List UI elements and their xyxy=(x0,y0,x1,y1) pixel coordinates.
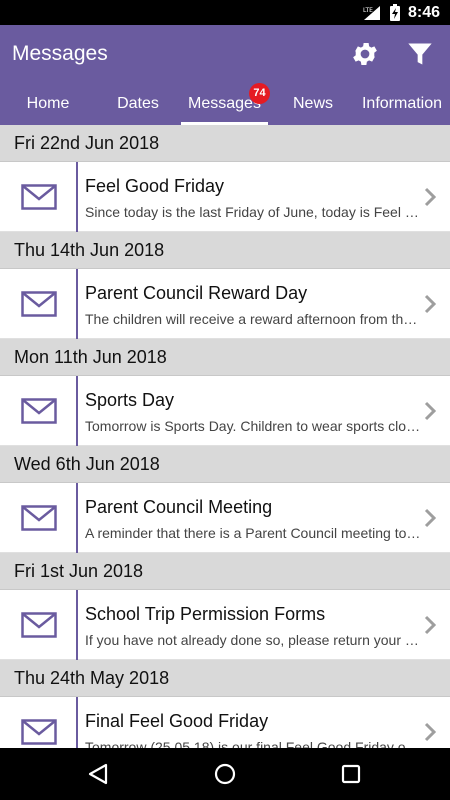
message-icon-box xyxy=(0,376,78,446)
message-row[interactable]: Parent Council Meeting A reminder that t… xyxy=(0,483,450,553)
message-snippet: If you have not already done so, please … xyxy=(85,632,421,648)
tab-information[interactable]: Information xyxy=(354,89,450,125)
message-icon-box xyxy=(0,269,78,339)
message-snippet: Tomorrow (25.05.18) is our final Feel Go… xyxy=(85,739,421,748)
gear-icon[interactable] xyxy=(350,39,380,69)
message-title: Feel Good Friday xyxy=(85,176,225,196)
envelope-icon xyxy=(21,612,57,638)
date-header: Fri 22nd Jun 2018 xyxy=(0,125,450,162)
recents-icon[interactable] xyxy=(336,759,366,789)
message-icon-box xyxy=(0,590,78,660)
chevron-right-icon xyxy=(424,294,436,314)
page-title: Messages xyxy=(12,42,108,65)
chevron-right-icon xyxy=(424,722,436,742)
date-header: Wed 6th Jun 2018 xyxy=(0,446,450,483)
navigation-bar xyxy=(0,748,450,800)
message-snippet: A reminder that there is a Parent Counci… xyxy=(85,525,421,541)
envelope-icon xyxy=(21,505,57,531)
tab-messages[interactable]: Messages 74 xyxy=(181,83,270,125)
tab-label: Information xyxy=(361,95,443,112)
unread-badge: 74 xyxy=(249,83,270,104)
message-icon-box xyxy=(0,697,78,748)
app-bar: Messages Home Dates Messages 74 News Inf… xyxy=(0,25,450,125)
message-snippet: The children will receive a reward after… xyxy=(85,311,421,327)
status-bar: LTE 8:46 xyxy=(0,0,450,25)
home-icon[interactable] xyxy=(210,759,240,789)
clock: 8:46 xyxy=(407,3,440,21)
filter-icon[interactable] xyxy=(406,39,434,69)
tab-bar: Home Dates Messages 74 News Information xyxy=(0,83,450,125)
message-row[interactable]: Final Feel Good Friday Tomorrow (25.05.1… xyxy=(0,697,450,748)
message-title: Final Feel Good Friday xyxy=(85,711,269,731)
chevron-right-icon xyxy=(424,187,436,207)
tab-label: Dates xyxy=(117,95,159,112)
message-list[interactable]: Fri 22nd Jun 2018 Feel Good Friday Since… xyxy=(0,125,450,748)
chevron-right-icon xyxy=(424,508,436,528)
message-row[interactable]: Sports Day Tomorrow is Sports Day. Child… xyxy=(0,376,450,446)
envelope-icon xyxy=(21,398,57,424)
date-header: Fri 1st Jun 2018 xyxy=(0,553,450,590)
message-snippet: Since today is the last Friday of June, … xyxy=(85,204,421,220)
message-title: Parent Council Reward Day xyxy=(85,283,308,303)
back-icon[interactable] xyxy=(83,759,113,789)
status-icons: LTE 8:46 xyxy=(362,0,440,25)
message-row[interactable]: School Trip Permission Forms If you have… xyxy=(0,590,450,660)
envelope-icon xyxy=(21,291,57,317)
tab-label: Home xyxy=(26,95,70,112)
envelope-icon xyxy=(21,719,57,745)
tab-label: News xyxy=(292,95,333,112)
battery-icon xyxy=(389,4,400,21)
date-header: Thu 24th May 2018 xyxy=(0,660,450,697)
message-icon-box xyxy=(0,483,78,553)
svg-text:LTE: LTE xyxy=(363,7,373,14)
message-title: Sports Day xyxy=(85,390,175,410)
tab-dates[interactable]: Dates xyxy=(96,89,180,125)
date-header: Thu 14th Jun 2018 xyxy=(0,232,450,269)
message-title: School Trip Permission Forms xyxy=(85,604,326,624)
lte-signal-icon: LTE xyxy=(363,5,380,20)
message-row[interactable]: Parent Council Reward Day The children w… xyxy=(0,269,450,339)
message-icon-box xyxy=(0,162,78,232)
date-header: Mon 11th Jun 2018 xyxy=(0,339,450,376)
envelope-icon xyxy=(21,184,57,210)
chevron-right-icon xyxy=(424,401,436,421)
chevron-right-icon xyxy=(424,615,436,635)
tab-news[interactable]: News xyxy=(272,89,354,125)
message-row[interactable]: Feel Good Friday Since today is the last… xyxy=(0,162,450,232)
message-title: Parent Council Meeting xyxy=(85,497,273,517)
message-snippet: Tomorrow is Sports Day. Children to wear… xyxy=(85,418,421,434)
tab-home[interactable]: Home xyxy=(0,89,96,125)
